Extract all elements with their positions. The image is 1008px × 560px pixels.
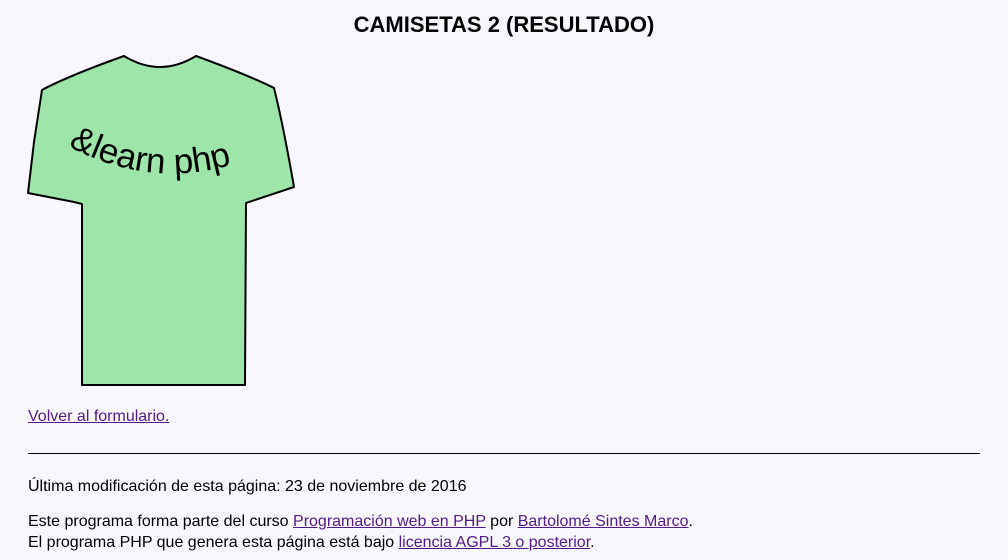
- page: CAMISETAS 2 (RESULTADO) &learn php Volve…: [0, 0, 1008, 560]
- page-title: CAMISETAS 2 (RESULTADO): [353, 12, 655, 37]
- footer-line1-prefix: Este programa forma parte del curso: [28, 513, 294, 530]
- course-link[interactable]: Programación web en PHP: [293, 513, 486, 530]
- footer-line1-suffix: .: [688, 513, 693, 530]
- footer-line2-prefix: El programa PHP que genera esta página e…: [28, 534, 399, 551]
- footer-line2-suffix: .: [590, 534, 595, 551]
- back-to-form-link[interactable]: Volver al formulario.: [28, 406, 169, 428]
- footer-line1-middle: por: [485, 513, 518, 530]
- footer-credits: Este programa forma parte del curso Prog…: [28, 511, 693, 553]
- tshirt-image: &learn php: [27, 55, 295, 386]
- author-link[interactable]: Bartolomé Sintes Marco: [518, 513, 689, 530]
- footer-divider: [28, 453, 980, 454]
- license-link[interactable]: licencia AGPL 3 o posterior: [399, 534, 591, 551]
- last-modified-text: Última modificación de esta página: 23 d…: [28, 478, 467, 495]
- tshirt-shape: [27, 55, 295, 386]
